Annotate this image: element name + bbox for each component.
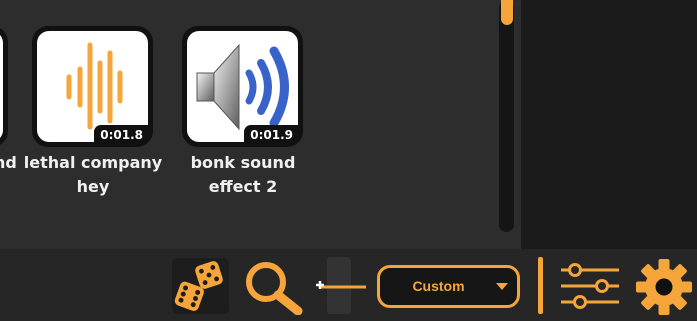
- search-icon: [246, 262, 303, 316]
- duration-badge: 0:01.9: [244, 125, 299, 145]
- dice-icon: [174, 261, 223, 311]
- sound-label: lethal company hey: [23, 153, 163, 196]
- random-sound-button[interactable]: [172, 258, 229, 314]
- chevron-down-icon: [496, 283, 508, 290]
- side-panel: [521, 0, 697, 249]
- preset-select-value: Custom: [412, 278, 465, 294]
- sound-grid: nd 0:01.8 lethal company hey: [0, 0, 521, 249]
- sound-label: bonk sound effect 2: [190, 153, 296, 196]
- volume-slider[interactable]: [312, 276, 370, 296]
- sound-tile-bonk-sound-effect-2[interactable]: 0:01.9: [182, 26, 303, 147]
- search-button[interactable]: [240, 257, 306, 316]
- toolbar-divider: [538, 257, 543, 314]
- volume-slider-icon: [316, 281, 366, 289]
- sound-tile-lethal-company-hey[interactable]: 0:01.8: [32, 26, 153, 147]
- duration-badge: 0:01.8: [94, 125, 149, 145]
- sliders-icon: [561, 263, 619, 309]
- scrollbar-thumb[interactable]: [501, 0, 513, 25]
- sound-tile-partial[interactable]: [0, 26, 8, 147]
- scrollbar-track[interactable]: [499, 0, 514, 232]
- sound-thumbnail: [0, 31, 3, 142]
- gear-icon: [636, 259, 692, 315]
- preset-select[interactable]: Custom: [377, 265, 520, 308]
- settings-button[interactable]: [635, 258, 693, 316]
- filters-button[interactable]: [558, 262, 622, 310]
